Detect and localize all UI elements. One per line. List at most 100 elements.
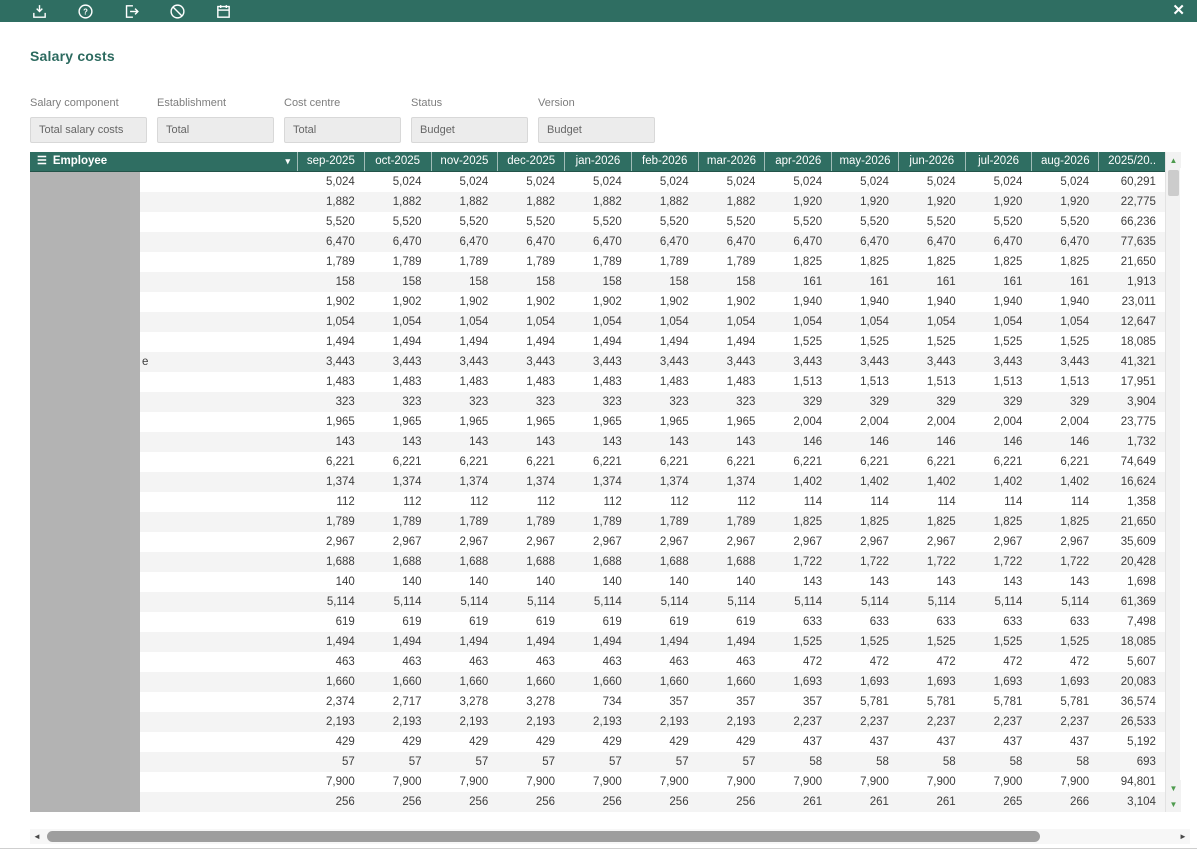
column-header[interactable]: may-2026 bbox=[831, 152, 898, 171]
value-cell: 261 bbox=[802, 796, 823, 808]
establishment-dropdown[interactable]: Total bbox=[157, 117, 274, 143]
value-cell: 2,967 bbox=[1060, 536, 1090, 548]
export-icon[interactable] bbox=[122, 2, 140, 20]
value-cell: 633 bbox=[1003, 616, 1023, 628]
value-cell: 437 bbox=[869, 736, 889, 748]
value-cell: 6,470 bbox=[392, 236, 422, 248]
column-header[interactable]: dec-2025 bbox=[497, 152, 564, 171]
value-cell: 472 bbox=[936, 656, 956, 668]
table-row: 1,882 1,882 1,882 1,882 1,882 1,882 1,882 1,920… bbox=[30, 192, 1165, 212]
value-cell: 58 bbox=[1076, 756, 1090, 768]
value-cell: 143 bbox=[602, 436, 622, 448]
scroll-right-arrow[interactable]: ► bbox=[1176, 829, 1190, 844]
save-icon[interactable] bbox=[30, 2, 48, 20]
scroll-left-arrow[interactable]: ◄ bbox=[30, 829, 44, 844]
value-cell: 1,965 bbox=[392, 416, 422, 428]
salary-component-dropdown[interactable]: Total salary costs bbox=[30, 117, 147, 143]
value-cell: 1,902 bbox=[459, 296, 489, 308]
column-header[interactable]: mar-2026 bbox=[697, 152, 765, 171]
column-header[interactable]: jun-2026 bbox=[897, 152, 965, 171]
value-cell: 1,374 bbox=[726, 476, 756, 488]
value-cell: 140 bbox=[736, 576, 756, 588]
value-cell: 146 bbox=[1003, 436, 1023, 448]
table-header-row: ☰ Employee ▾ sep-2025 oct-2025 nov-2025 dec… bbox=[30, 152, 1165, 172]
column-header[interactable]: aug-2026 bbox=[1031, 152, 1098, 171]
horizontal-scroll-thumb[interactable] bbox=[47, 831, 1040, 842]
column-header[interactable]: sep-2025 bbox=[297, 152, 364, 171]
value-cell: 5,024 bbox=[659, 176, 689, 188]
help-icon[interactable]: ? bbox=[76, 2, 94, 20]
value-cell: 1,374 bbox=[459, 476, 489, 488]
save-icon-svg bbox=[32, 4, 46, 18]
value-cell: 1,825 bbox=[993, 256, 1023, 268]
table-row: 5,520 5,520 5,520 5,520 5,520 5,520 5,520 5,520… bbox=[30, 212, 1165, 232]
value-cell: 114 bbox=[803, 496, 823, 508]
value-cell: 633 bbox=[802, 616, 823, 628]
value-cell: 143 bbox=[535, 436, 556, 448]
close-button[interactable]: ✕ bbox=[1172, 0, 1185, 22]
scroll-up-arrow[interactable]: ▲ bbox=[1166, 152, 1181, 168]
value-cell: 1,054 bbox=[593, 316, 622, 328]
column-header[interactable]: oct-2025 bbox=[363, 152, 431, 171]
value-cell: 143 bbox=[669, 436, 689, 448]
value-cell: 1,525 bbox=[926, 336, 956, 348]
value-cell: 1,402 bbox=[926, 476, 956, 488]
value-cell: 1,693 bbox=[1060, 676, 1090, 688]
version-dropdown[interactable]: Budget bbox=[538, 117, 655, 143]
scroll-down-arrow[interactable]: ▼ bbox=[1166, 796, 1181, 812]
value-cell: 1,054 bbox=[993, 316, 1023, 328]
value-cell: 619 bbox=[669, 616, 689, 628]
value-cell: 1,483 bbox=[526, 376, 556, 388]
value-cell: 266 bbox=[1070, 796, 1090, 808]
value-cell: 1,902 bbox=[659, 296, 689, 308]
table-row: 112 112 112 112 112 112 112 114 114 114 114 114 1,35… bbox=[30, 492, 1165, 512]
column-header[interactable]: 2025/20.. bbox=[1098, 152, 1165, 171]
chevron-down-icon[interactable]: ▾ bbox=[285, 152, 290, 171]
value-cell: 140 bbox=[469, 576, 489, 588]
value-cell: 323 bbox=[669, 396, 689, 408]
calendar-icon[interactable] bbox=[214, 2, 232, 20]
value-cell: 57 bbox=[542, 756, 556, 768]
vertical-scroll-thumb[interactable] bbox=[1168, 170, 1179, 196]
value-cell: 619 bbox=[602, 616, 622, 628]
value-cell: 23,775 bbox=[1120, 416, 1156, 428]
value-cell: 1,688 bbox=[392, 556, 422, 568]
value-cell: 6,470 bbox=[926, 236, 956, 248]
table-row: 1,902 1,902 1,902 1,902 1,902 1,902 1,902 1,940… bbox=[30, 292, 1165, 312]
column-header[interactable]: apr-2026 bbox=[764, 152, 831, 171]
cancel-icon[interactable] bbox=[168, 2, 186, 20]
value-cell: 1,789 bbox=[726, 516, 756, 528]
horizontal-scrollbar[interactable]: ◄ ► bbox=[30, 829, 1190, 844]
value-cell: 2,967 bbox=[392, 536, 422, 548]
column-header[interactable]: jul-2026 bbox=[964, 152, 1032, 171]
value-cell: 329 bbox=[1003, 396, 1023, 408]
value-cell: 7,900 bbox=[993, 776, 1023, 788]
value-cell: 1,374 bbox=[392, 476, 422, 488]
menu-icon[interactable]: ☰ bbox=[37, 152, 47, 171]
cost-centre-dropdown[interactable]: Total bbox=[284, 117, 401, 143]
filter-label: Cost centre bbox=[284, 97, 341, 109]
value-cell: 2,004 bbox=[926, 416, 956, 428]
value-cell: 5,520 bbox=[459, 216, 489, 228]
column-header[interactable]: feb-2026 bbox=[630, 152, 698, 171]
value-cell: 2,193 bbox=[325, 716, 355, 728]
value-cell: 60,291 bbox=[1120, 176, 1156, 188]
value-cell: 112 bbox=[670, 496, 689, 508]
value-cell: 2,193 bbox=[526, 716, 556, 728]
employee-column-header[interactable]: ☰ Employee ▾ bbox=[30, 152, 297, 171]
value-cell: 357 bbox=[669, 696, 689, 708]
scroll-down-arrow-secondary[interactable]: ▼ bbox=[1166, 780, 1181, 796]
value-cell: 1,054 bbox=[926, 316, 956, 328]
column-header[interactable]: nov-2025 bbox=[430, 152, 498, 171]
column-header[interactable]: jan-2026 bbox=[564, 152, 631, 171]
status-dropdown[interactable]: Budget bbox=[411, 117, 528, 143]
value-cell: 357 bbox=[736, 696, 756, 708]
table-row: 1,054 1,054 1,054 1,054 1,054 1,054 1,054 1,054… bbox=[30, 312, 1165, 332]
value-cell: 2,004 bbox=[793, 416, 823, 428]
value-cell: 7,900 bbox=[459, 776, 489, 788]
value-cell: 463 bbox=[402, 656, 422, 668]
value-cell: 1,513 bbox=[993, 376, 1023, 388]
value-cell: 429 bbox=[669, 736, 689, 748]
vertical-scrollbar[interactable]: ▲ ▼ ▼ bbox=[1165, 152, 1181, 812]
value-cell: 112 bbox=[469, 496, 489, 508]
